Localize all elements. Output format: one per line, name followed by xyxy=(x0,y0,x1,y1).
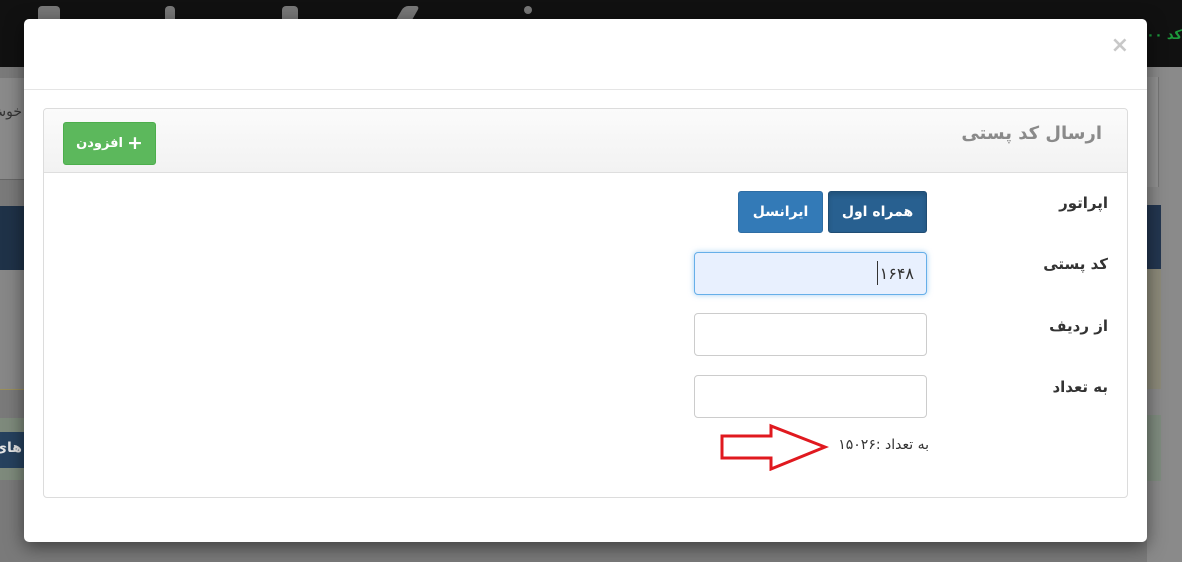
background-welcome-text: خوش xyxy=(0,104,22,120)
count-input[interactable] xyxy=(694,375,927,418)
background-right-column xyxy=(1147,67,1182,562)
panel-title: ارسال کد پستی xyxy=(961,123,1102,144)
postal-code-panel: ارسال کد پستی + افزودن اپراتور همراه اول… xyxy=(43,108,1128,498)
background-card-header xyxy=(0,206,24,270)
background-card xyxy=(1147,77,1159,187)
from-row-label: از ردیف xyxy=(1049,317,1108,335)
background-topbar-text: کد ۰۰ xyxy=(1146,28,1182,43)
background-card-header xyxy=(1147,205,1161,269)
available-count-text: به تعداد :۱۵۰۲۶ xyxy=(838,437,929,453)
add-button-label: افزودن xyxy=(76,136,123,151)
close-button[interactable]: × xyxy=(1111,35,1129,57)
text-cursor xyxy=(877,261,878,285)
add-button[interactable]: + افزودن xyxy=(63,122,156,165)
background-card xyxy=(0,270,24,390)
plus-icon: + xyxy=(127,132,143,154)
background-dollar-icon xyxy=(165,6,175,20)
count-label: به تعداد xyxy=(1052,378,1108,396)
modal-header: × xyxy=(24,19,1147,90)
background-dot-icon xyxy=(524,6,532,14)
background-card xyxy=(1147,415,1161,481)
background-user-icon xyxy=(282,6,298,20)
operator-option-hamrah-aval[interactable]: همراه اول xyxy=(828,191,927,233)
panel-heading: ارسال کد پستی + افزودن xyxy=(44,109,1127,173)
operator-label: اپراتور xyxy=(1059,194,1108,212)
postal-code-input[interactable] xyxy=(694,252,927,295)
postal-code-label: کد پستی xyxy=(1043,255,1108,273)
background-card xyxy=(0,78,24,180)
annotation-arrow-icon xyxy=(720,423,829,471)
background-tab-text: های xyxy=(0,440,22,456)
operator-option-irancell[interactable]: ایرانسل xyxy=(738,191,823,233)
send-postal-code-modal: × ارسال کد پستی + افزودن اپراتور همراه ا… xyxy=(24,19,1147,542)
background-settings-icon xyxy=(38,6,60,20)
from-row-input[interactable] xyxy=(694,313,927,356)
background-card xyxy=(1147,269,1161,389)
background-send-icon xyxy=(395,6,421,20)
